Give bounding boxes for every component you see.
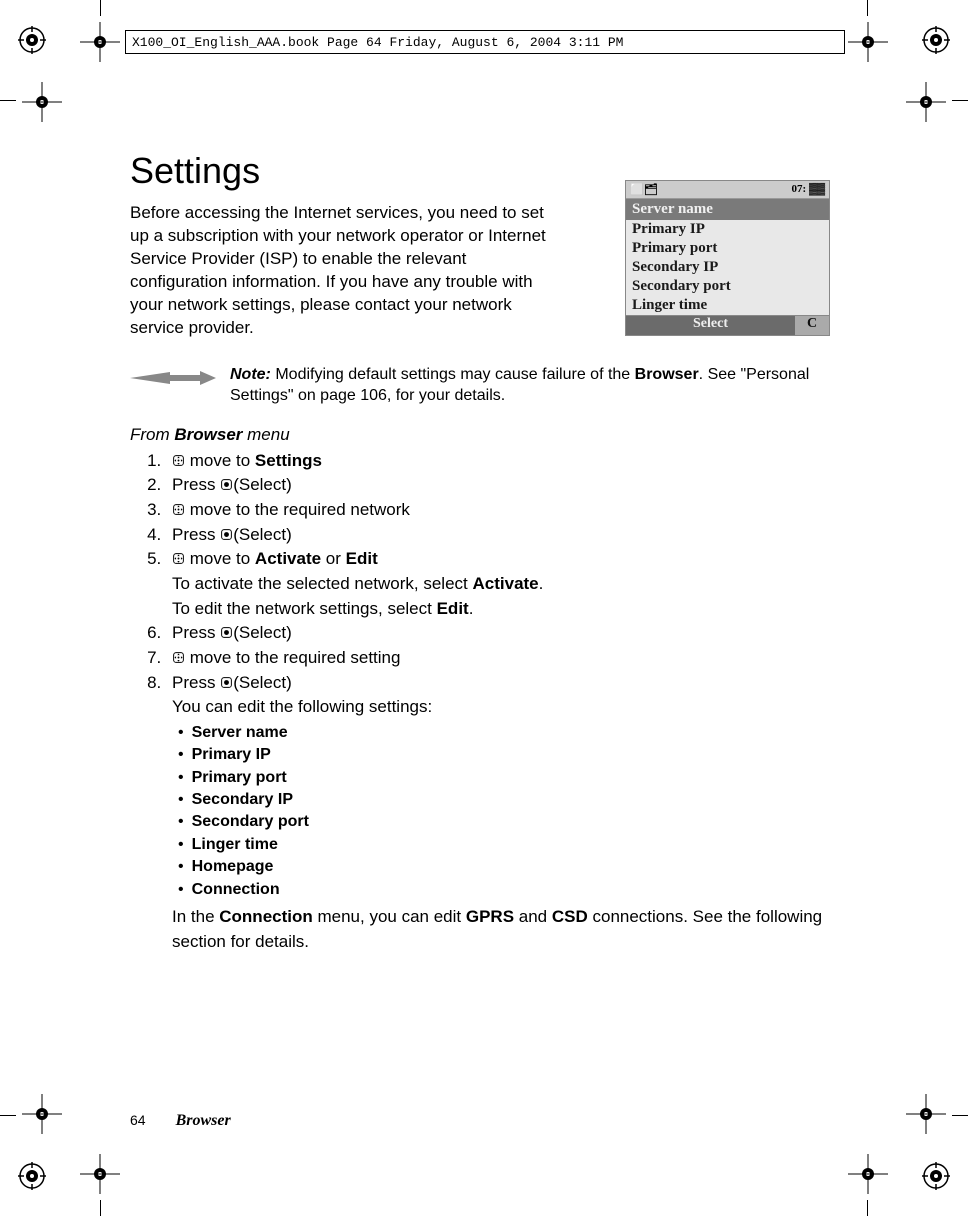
- ok-key-icon: [220, 474, 233, 487]
- step-5-detail: To edit the network settings, select Edi…: [172, 597, 830, 622]
- phone-list: Primary IP Primary port Secondary IP Sec…: [626, 220, 829, 315]
- step-7: move to the required setting: [166, 646, 830, 671]
- registration-mark-icon: [922, 26, 950, 54]
- section-name: Browser: [176, 1112, 231, 1130]
- crop-mark-icon: [906, 82, 946, 122]
- page-footer: 64 Browser: [130, 1112, 231, 1130]
- intro-paragraph: Before accessing the Internet services, …: [130, 202, 560, 340]
- crop-line: [100, 0, 101, 16]
- crop-line: [867, 1200, 868, 1216]
- crop-mark-icon: [906, 1094, 946, 1134]
- crop-mark-icon: [80, 1154, 120, 1194]
- ok-key-icon: [220, 622, 233, 635]
- phone-screenshot: ⬜🗂 07: ▓▓ Server name Primary IP Primary…: [625, 180, 830, 336]
- crop-line: [0, 100, 16, 101]
- step-8-detail: You can edit the following settings:: [172, 695, 830, 720]
- print-header-text: X100_OI_English_AAA.book Page 64 Friday,…: [132, 35, 623, 50]
- ok-key-icon: [220, 672, 233, 685]
- steps-list: move to Settings Press (Select) move to …: [130, 449, 830, 954]
- registration-mark-icon: [18, 26, 46, 54]
- crop-line: [0, 1115, 16, 1116]
- bullet-item: Primary port: [172, 767, 830, 789]
- bullet-item: Primary IP: [172, 744, 830, 766]
- step-5-detail: To activate the selected network, select…: [172, 572, 830, 597]
- settings-bullets: Server name Primary IP Primary port Seco…: [172, 722, 830, 901]
- print-header: X100_OI_English_AAA.book Page 64 Friday,…: [125, 30, 845, 54]
- ok-key-icon: [220, 524, 233, 537]
- step-8: Press (Select) You can edit the followin…: [166, 671, 830, 955]
- phone-list-item: Primary IP: [626, 220, 829, 239]
- crop-mark-icon: [848, 22, 888, 62]
- phone-list-header: Server name: [626, 199, 829, 220]
- bullet-item: Linger time: [172, 834, 830, 856]
- step-6: Press (Select): [166, 621, 830, 646]
- nav-key-icon: [172, 548, 185, 561]
- connection-paragraph: In the Connection menu, you can edit GPR…: [172, 905, 830, 954]
- nav-key-icon: [172, 647, 185, 660]
- step-1: move to Settings: [166, 449, 830, 474]
- phone-softkey-right: C: [795, 315, 829, 335]
- step-5: move to Activate or Edit To activate the…: [166, 547, 830, 621]
- bullet-item: Secondary IP: [172, 789, 830, 811]
- crop-line: [867, 0, 868, 16]
- crop-line: [100, 1200, 101, 1216]
- nav-key-icon: [172, 450, 185, 463]
- phone-list-item: Primary port: [626, 239, 829, 258]
- registration-mark-icon: [922, 1162, 950, 1190]
- nav-key-icon: [172, 499, 185, 512]
- phone-list-item: Secondary IP: [626, 258, 829, 277]
- phone-softkeys: Select C: [626, 315, 829, 335]
- note-block: Note: Modifying default settings may cau…: [130, 364, 830, 407]
- phone-list-item: Secondary port: [626, 277, 829, 296]
- menu-path: From Browser menu: [130, 425, 830, 445]
- bullet-item: Server name: [172, 722, 830, 744]
- page-number: 64: [130, 1112, 146, 1128]
- step-4: Press (Select): [166, 523, 830, 548]
- registration-mark-icon: [18, 1162, 46, 1190]
- bullet-item: Secondary port: [172, 811, 830, 833]
- phone-list-item: Linger time: [626, 296, 829, 315]
- phone-statusbar: ⬜🗂 07: ▓▓: [626, 181, 829, 199]
- crop-mark-icon: [22, 1094, 62, 1134]
- step-2: Press (Select): [166, 473, 830, 498]
- note-label: Note:: [230, 366, 271, 383]
- phone-softkey-left: Select: [626, 315, 795, 335]
- bullet-item: Connection: [172, 879, 830, 901]
- crop-mark-icon: [848, 1154, 888, 1194]
- phone-status-left: ⬜🗂: [630, 183, 658, 196]
- note-arrow-icon: [130, 364, 216, 407]
- crop-mark-icon: [80, 22, 120, 62]
- crop-mark-icon: [22, 82, 62, 122]
- step-3: move to the required network: [166, 498, 830, 523]
- bullet-item: Homepage: [172, 856, 830, 878]
- crop-line: [952, 1115, 968, 1116]
- crop-line: [952, 100, 968, 101]
- note-text: Note: Modifying default settings may cau…: [230, 364, 830, 407]
- phone-status-right: 07: ▓▓: [792, 183, 825, 196]
